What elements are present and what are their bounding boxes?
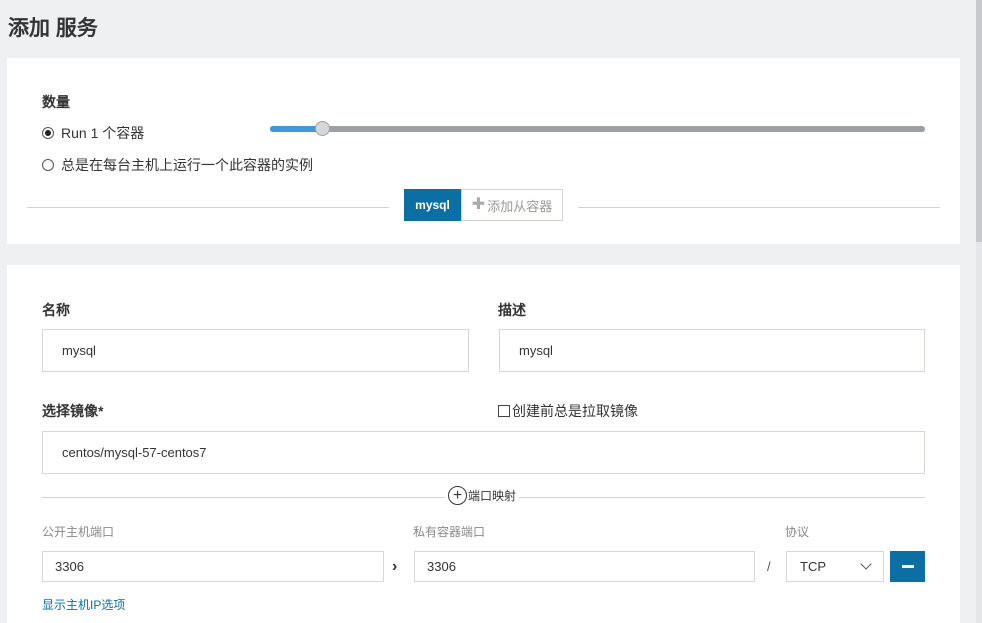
chevron-down-icon [860,558,872,570]
private-port-input[interactable]: 3306 [414,551,755,582]
name-input[interactable]: mysql [42,329,469,372]
radio-checked-icon[interactable] [42,127,54,139]
private-port-label: 私有容器端口 [413,525,486,539]
remove-port-button[interactable] [890,551,925,582]
divider-left [27,207,389,208]
radio-unchecked-icon[interactable] [42,159,54,171]
run-count-label: Run 1 个容器 [61,125,145,141]
slider-handle[interactable] [315,121,331,136]
divider-right [578,207,940,208]
public-port-label: 公开主机端口 [42,525,115,539]
image-label: 选择镜像* [42,403,104,419]
plus-icon: ✚ [471,196,486,213]
chevron-right-icon: › [392,558,398,575]
protocol-label: 协议 [785,525,810,539]
scale-slider[interactable] [270,121,925,136]
pull-image-label: 创建前总是拉取镜像 [512,403,638,419]
public-port-input[interactable]: 3306 [42,551,384,582]
scale-label: 数量 [42,94,70,110]
scale-card: 数量 Run 1 个容器 总是在每台主机上运行一个此容器的实例 mysql ✚ … [7,58,960,244]
minus-icon [901,565,914,568]
container-tab-mysql[interactable]: mysql [404,189,461,221]
circle-plus-icon: + [448,486,467,505]
protocol-value: TCP [800,559,826,574]
global-option-label: 总是在每台主机上运行一个此容器的实例 [61,157,313,173]
description-label: 描述 [498,302,526,318]
pull-image-option[interactable]: 创建前总是拉取镜像 [498,401,638,421]
add-port-mapping-button[interactable]: + 端口映射 [445,486,520,505]
port-mapping-label: 端口映射 [468,489,517,503]
global-option[interactable]: 总是在每台主机上运行一个此容器的实例 [42,155,313,175]
slider-track[interactable] [270,126,925,132]
checkbox-icon[interactable] [498,405,510,417]
description-input[interactable]: mysql [499,329,925,372]
add-sidekick-label: 添加从容器 [487,198,553,214]
protocol-select[interactable]: TCP [786,551,884,582]
port-separator: / [767,559,771,574]
container-config-card: 名称 描述 mysql mysql 选择镜像* 创建前总是拉取镜像 centos… [7,265,960,623]
image-input[interactable]: centos/mysql-57-centos7 [42,431,925,474]
page-scrollbar[interactable] [976,0,982,623]
name-label: 名称 [42,302,70,318]
run-count-option[interactable]: Run 1 个容器 [42,123,144,143]
scrollbar-thumb[interactable] [976,0,982,242]
show-host-ip-link[interactable]: 显示主机IP选项 [42,596,125,613]
page-title: 添加 服务 [8,17,98,40]
add-sidekick-button[interactable]: ✚ 添加从容器 [461,189,563,221]
